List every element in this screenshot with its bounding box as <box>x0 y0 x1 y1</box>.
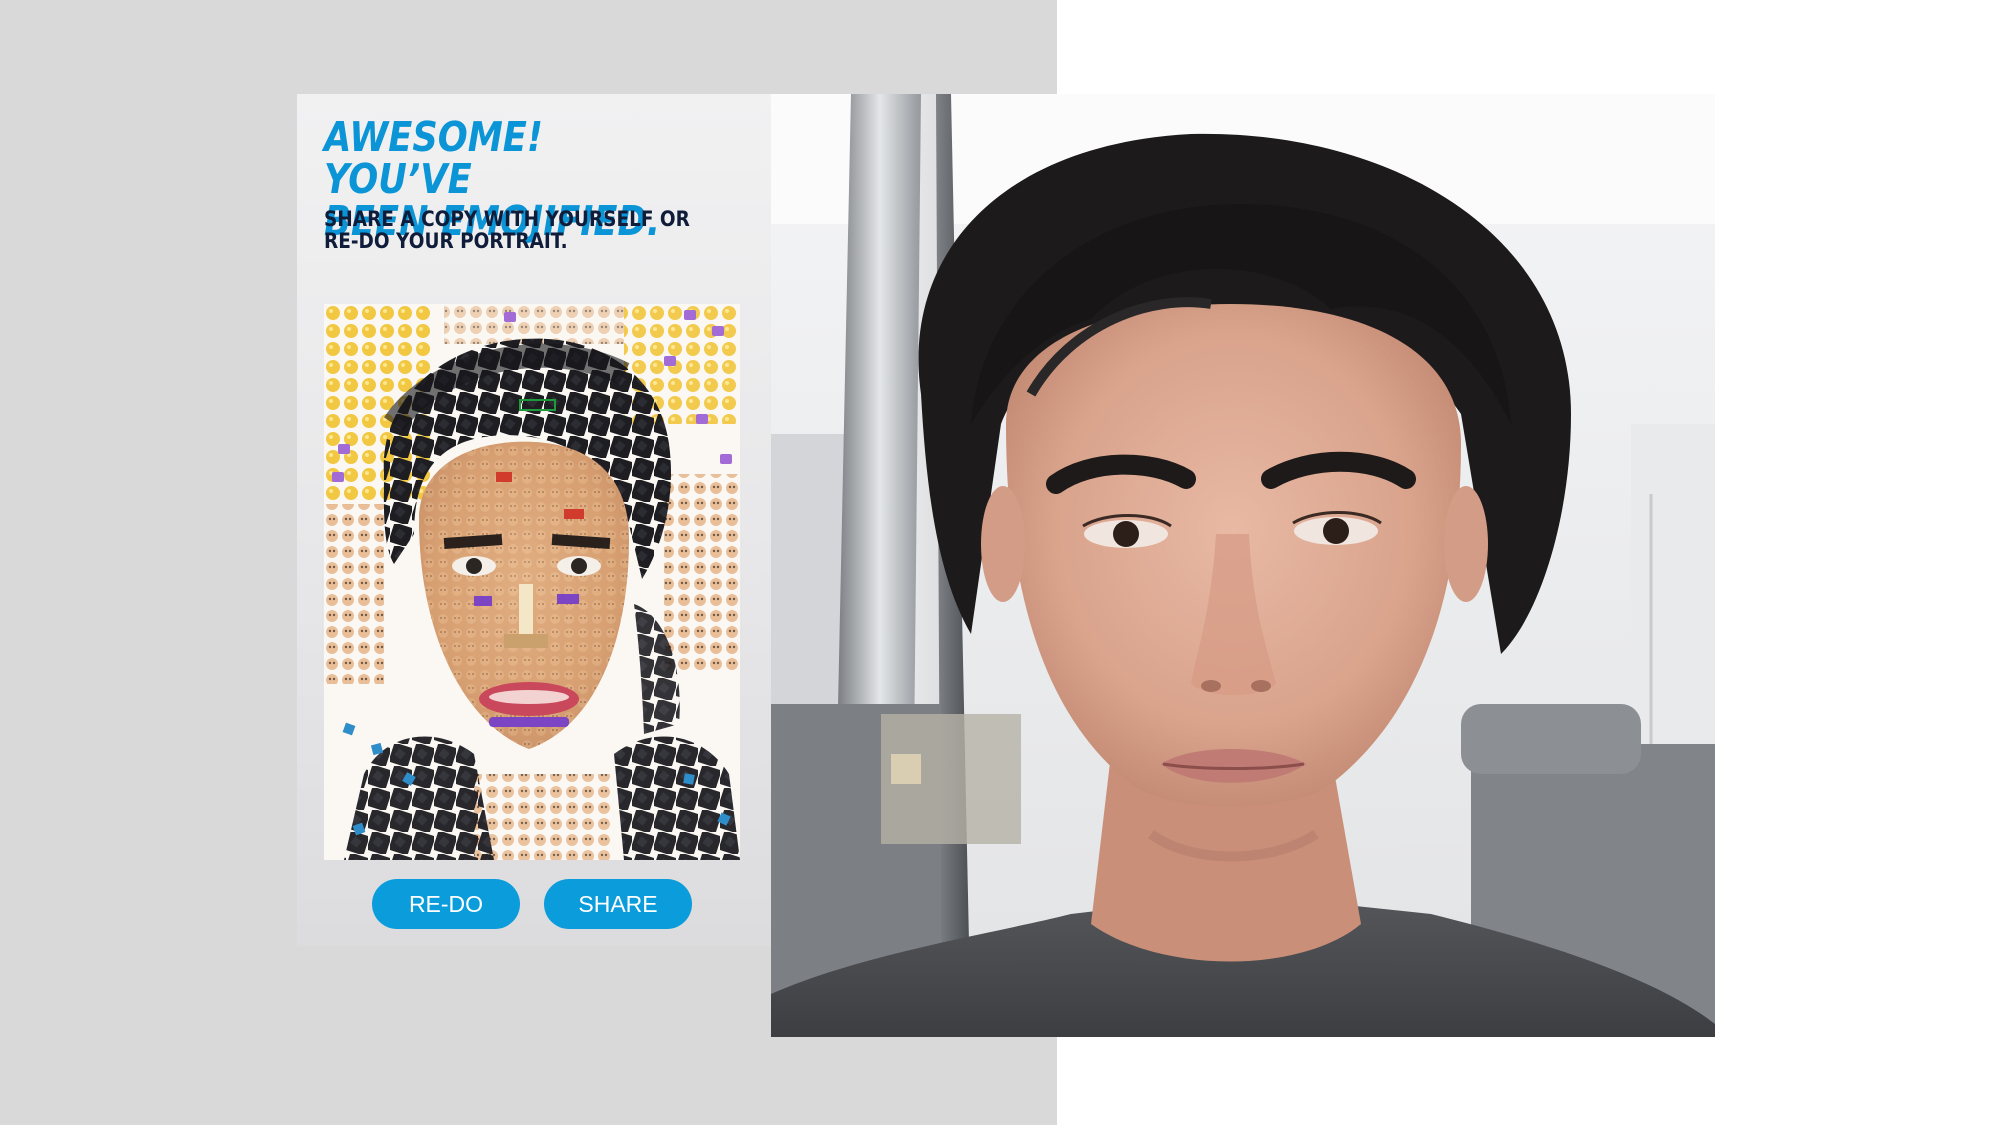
camera-selfie-view <box>771 94 1715 1037</box>
share-button[interactable]: SHARE <box>544 879 692 929</box>
selfie-photo <box>771 94 1715 1037</box>
emojify-result-screen: AWESOME! YOU’VE BEEN EMOJIFIED. SHARE A … <box>297 94 771 946</box>
result-instructions: SHARE A COPY WITH YOURSELF OR RE-DO YOUR… <box>324 207 690 253</box>
emoji-mosaic-portrait <box>324 304 740 860</box>
emoji-mosaic-image <box>324 304 740 860</box>
redo-button[interactable]: RE-DO <box>372 879 520 929</box>
stage: AWESOME! YOU’VE BEEN EMOJIFIED. SHARE A … <box>0 0 2000 1125</box>
